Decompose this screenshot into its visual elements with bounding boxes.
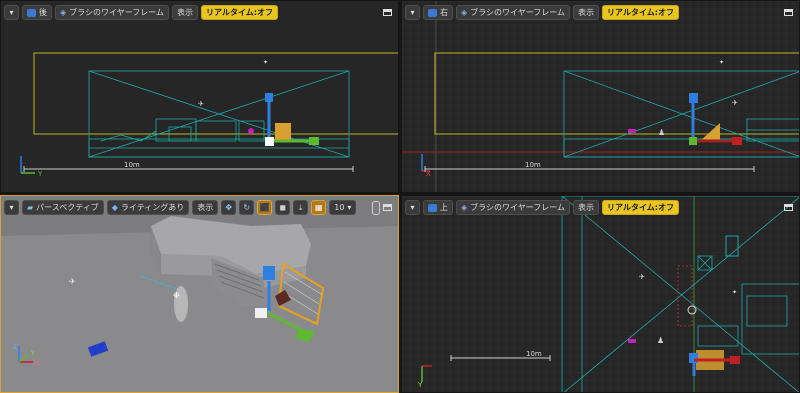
lit-sphere-icon: ◆: [111, 203, 118, 212]
lighting-mode-button[interactable]: ◆ ライティングあり: [106, 200, 190, 215]
svg-text:✈: ✈: [69, 277, 76, 286]
chevron-down-icon: ▾: [410, 203, 415, 212]
back-view-icon: [27, 8, 36, 17]
show-button[interactable]: 表示: [192, 200, 219, 215]
scale-tool-button[interactable]: ⬛: [257, 200, 273, 215]
rotate-icon: ↻: [243, 203, 251, 212]
realtime-label: リアルタイム:オフ: [607, 203, 675, 212]
svg-text:✈: ✈: [198, 100, 204, 108]
grid-size-value: 10: [334, 203, 345, 212]
view-type-button[interactable]: 上: [423, 200, 453, 215]
view-mode-label: ブラシのワイヤーフレーム: [470, 203, 566, 212]
viewport-back[interactable]: ✈ ✦ ▾ 後 ◈ ブラシのワイヤーフレーム 表示 リアルタイム:オフ Y 10…: [0, 0, 399, 193]
rotate-tool-button[interactable]: ↻: [239, 200, 255, 215]
lighting-mode-label: ライティングあり: [120, 203, 185, 212]
view-mode-label: ブラシのワイヤーフレーム: [470, 8, 566, 17]
top-toolbar: ▾ 上 ◈ ブラシのワイヤーフレーム 表示 リアルタイム:オフ: [405, 200, 680, 215]
axis-y-label: Y: [30, 350, 35, 357]
show-label: 表示: [578, 8, 595, 17]
realtime-label: リアルタイム:オフ: [206, 8, 274, 17]
perspective-scene: ~~~~~~ ❉ ✈: [1, 196, 398, 392]
view-mode-button[interactable]: ◈ ブラシのワイヤーフレーム: [55, 5, 170, 20]
wireframe-icon: ◈: [60, 8, 67, 17]
view-type-button[interactable]: 右: [423, 5, 453, 20]
realtime-off-button[interactable]: リアルタイム:オフ: [602, 5, 680, 20]
axis-y-label: Y: [417, 381, 423, 388]
show-label: 表示: [197, 203, 214, 212]
scale-bar: [23, 166, 354, 172]
viewport-top[interactable]: ♟ ✈ ✦ ▾ 上 ◈ ブラシのワイヤーフレーム 表示 リアルタイム:オフ Y …: [401, 195, 800, 393]
svg-text:✦: ✦: [263, 59, 268, 66]
maximize-viewport-button[interactable]: [784, 9, 793, 16]
show-button[interactable]: 表示: [573, 200, 600, 215]
perspective-toolbar: ▾ ▰ パースペクティブ ◆ ライティングあり 表示 ✥ ↻ ⬛ ◼ ⤓ ▦ 1…: [4, 200, 357, 215]
chevron-down-icon: ▾: [9, 203, 14, 212]
viewport-options-button[interactable]: ▾: [4, 5, 19, 20]
axis-gizmo: Z X Y: [13, 344, 39, 367]
surface-snap-icon: ⤓: [298, 203, 303, 212]
view-type-label: パースペクティブ: [36, 203, 99, 212]
chevron-down-icon: ▾: [9, 8, 14, 17]
right-toolbar: ▾ 右 ◈ ブラシのワイヤーフレーム 表示 リアルタイム:オフ: [405, 5, 680, 20]
move-icon: ✥: [225, 203, 233, 212]
wireframe-icon: ◈: [461, 203, 468, 212]
svg-text:♟: ♟: [658, 128, 665, 137]
scale-bar: [450, 355, 551, 361]
svg-text:✦: ✦: [719, 59, 724, 66]
maximize-viewport-button[interactable]: [383, 204, 392, 211]
view-mode-button[interactable]: ◈ ブラシのワイヤーフレーム: [456, 5, 571, 20]
realtime-label: リアルタイム:オフ: [607, 8, 675, 17]
surface-snap-button[interactable]: ⤓: [293, 200, 309, 215]
wireframe-icon: ◈: [461, 8, 468, 17]
realtime-off-button[interactable]: リアルタイム:オフ: [201, 5, 279, 20]
svg-text:✈: ✈: [639, 273, 645, 281]
translate-tool-button[interactable]: ✥: [221, 200, 237, 215]
view-type-button[interactable]: 後: [22, 5, 52, 20]
scale-label: 10m: [526, 350, 542, 358]
show-label: 表示: [177, 8, 194, 17]
scale-label: 10m: [124, 161, 140, 169]
view-type-label: 右: [440, 8, 448, 17]
axis-x-label: X: [35, 360, 39, 367]
viewport-options-button[interactable]: ▾: [405, 200, 420, 215]
grid-snap-button[interactable]: ▦: [311, 200, 327, 215]
scale-bar: [424, 166, 755, 172]
chevron-down-icon: ▾: [347, 203, 352, 212]
maximize-viewport-button[interactable]: [784, 204, 793, 211]
show-label: 表示: [578, 203, 595, 212]
world-local-button[interactable]: ◼: [275, 200, 291, 215]
view-type-label: 後: [39, 8, 47, 17]
view-type-label: 上: [440, 203, 448, 212]
maximize-viewport-button[interactable]: [383, 9, 392, 16]
camera-speed-icon[interactable]: [372, 201, 380, 215]
viewport-options-button[interactable]: ▾: [4, 200, 19, 215]
top-view-icon: [428, 203, 437, 212]
view-mode-label: ブラシのワイヤーフレーム: [69, 8, 165, 17]
grid-icon: ▦: [314, 203, 323, 212]
perspective-icon: ▰: [27, 203, 34, 212]
svg-text:❉: ❉: [173, 291, 180, 300]
svg-text:✈: ✈: [732, 99, 738, 107]
chevron-down-icon: ▾: [410, 8, 415, 17]
cube-icon: ◼: [279, 203, 287, 212]
right-view-icon: [428, 8, 437, 17]
svg-text:♟: ♟: [657, 336, 664, 345]
show-button[interactable]: 表示: [172, 5, 199, 20]
viewport-right[interactable]: ♟ ✈ ✦ ▾ 右 ◈ ブラシのワイヤーフレーム 表示 リアルタイム:オフ X …: [401, 0, 800, 193]
view-type-button[interactable]: ▰ パースペクティブ: [22, 200, 104, 215]
back-toolbar: ▾ 後 ◈ ブラシのワイヤーフレーム 表示 リアルタイム:オフ: [4, 5, 279, 20]
realtime-off-button[interactable]: リアルタイム:オフ: [602, 200, 680, 215]
viewport-perspective[interactable]: ~~~~~~ ❉ ✈ ▾ ▰ パースペクティブ ◆ ライティングあり 表示 ✥ …: [0, 195, 399, 393]
svg-text:✦: ✦: [732, 289, 737, 296]
grid-size-dropdown[interactable]: 10 ▾: [329, 200, 357, 215]
view-mode-button[interactable]: ◈ ブラシのワイヤーフレーム: [456, 200, 571, 215]
show-button[interactable]: 表示: [573, 5, 600, 20]
scale-icon: ⬛: [259, 203, 270, 212]
viewport-options-button[interactable]: ▾: [405, 5, 420, 20]
axis-z-label: Z: [13, 344, 17, 351]
scale-label: 10m: [525, 161, 541, 169]
